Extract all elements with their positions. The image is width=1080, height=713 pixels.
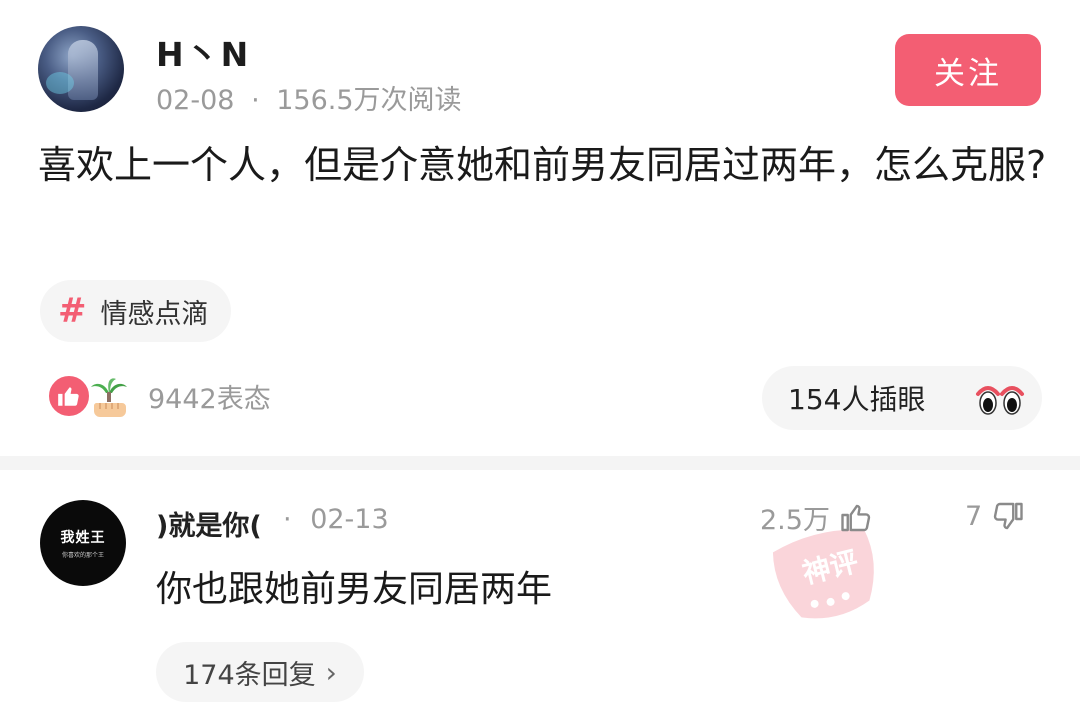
author-avatar[interactable] xyxy=(38,26,124,112)
reaction-count: 9442表态 xyxy=(148,383,271,415)
commenter-name[interactable]: )就是你( xyxy=(156,504,262,543)
peeking-eyes-icon xyxy=(976,386,1024,415)
peek-button[interactable]: 154人插眼 xyxy=(762,366,1042,430)
comment-meta: · 02-13 xyxy=(283,504,389,535)
chevron-right-icon: › xyxy=(325,655,337,689)
like-button[interactable]: 2.5万 xyxy=(760,498,874,537)
follow-button[interactable]: 关注 xyxy=(895,34,1041,106)
author-name[interactable]: H丶N xyxy=(156,28,250,76)
thumbs-up-icon xyxy=(841,504,871,531)
commenter-avatar[interactable]: 我姓王 你喜欢的那个王 xyxy=(40,500,126,586)
post-meta: 02-08 · 156.5万次阅读 xyxy=(156,78,462,117)
hashtag-icon: # xyxy=(58,291,87,331)
thumbs-down-icon xyxy=(994,502,1023,530)
avatar-subtext: 你喜欢的那个王 xyxy=(61,552,104,559)
post-date: 02-08 xyxy=(156,85,235,116)
peek-count-label: 154人插眼 xyxy=(788,383,926,416)
topic-tag[interactable]: # 情感点滴 xyxy=(40,280,231,342)
replies-label: 174条回复 xyxy=(183,659,316,691)
topic-label: 情感点滴 xyxy=(100,298,209,330)
like-count: 2.5万 xyxy=(760,505,830,536)
section-divider xyxy=(0,456,1080,470)
view-replies-button[interactable]: 174条回复 › xyxy=(156,642,364,702)
dislike-button[interactable]: 7 xyxy=(965,498,1026,534)
comment-separator: · xyxy=(283,504,292,535)
view-count: 156.5万次阅读 xyxy=(276,85,462,116)
meta-separator: · xyxy=(251,85,260,116)
comment-date: 02-13 xyxy=(310,504,389,535)
reaction-summary[interactable]: 9442表态 xyxy=(46,373,271,419)
comment-text: 你也跟她前男友同居两年 xyxy=(156,569,553,610)
thumbs-up-reaction-icon xyxy=(46,373,92,419)
palm-hand-reaction-icon xyxy=(86,373,132,419)
post-question: 喜欢上一个人，但是介意她和前男友同居过两年，怎么克服? xyxy=(38,143,1047,187)
dislike-count: 7 xyxy=(965,500,983,532)
avatar-text: 我姓王 xyxy=(60,530,106,546)
